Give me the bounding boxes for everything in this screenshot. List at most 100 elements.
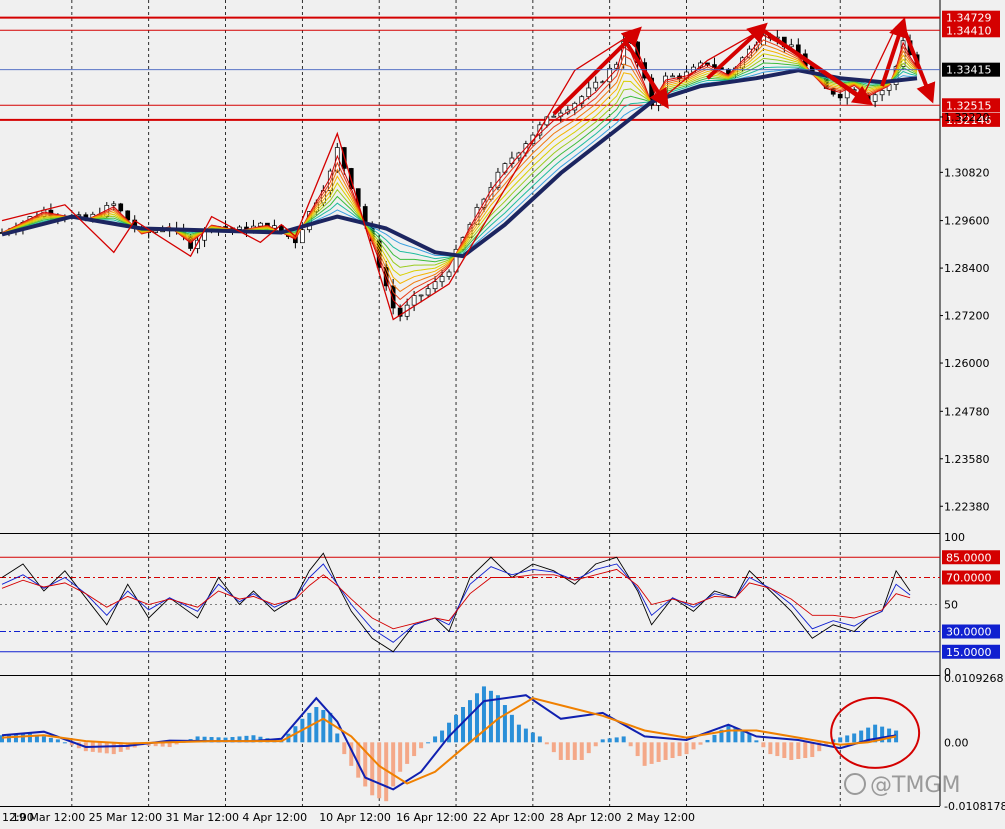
macd-histogram-bar bbox=[712, 734, 717, 743]
watermark: @TMGM bbox=[844, 773, 960, 798]
macd-histogram-bar bbox=[649, 742, 654, 764]
macd-histogram-bar bbox=[761, 742, 766, 748]
macd-histogram-bar bbox=[0, 735, 4, 743]
macd-histogram-bar bbox=[670, 742, 675, 759]
macd-histogram-bar bbox=[635, 742, 640, 757]
macd-histogram-bar bbox=[405, 742, 410, 764]
macd-histogram-bar bbox=[572, 742, 577, 760]
macd-histogram-bar bbox=[642, 742, 647, 766]
macd-histogram-bar bbox=[321, 709, 326, 743]
price-level-label: 1.34410 bbox=[946, 24, 992, 37]
macd-histogram-bar bbox=[13, 734, 18, 743]
macd-histogram-bar bbox=[852, 733, 857, 743]
macd-histogram-bar bbox=[698, 742, 703, 745]
macd-tick-label: 0.0109268 bbox=[944, 672, 1004, 685]
macd-histogram-bar bbox=[48, 737, 53, 743]
price-panel bbox=[0, 16, 940, 322]
price-tick-label: 1.29600 bbox=[944, 215, 990, 228]
macd-histogram-bar bbox=[111, 742, 116, 755]
oscillator-level-label: 30.0000 bbox=[946, 626, 992, 639]
macd-histogram-bar bbox=[530, 732, 535, 743]
macd-histogram-bar bbox=[845, 735, 850, 743]
x-tick-label: 10 Apr 12:00 bbox=[319, 811, 391, 824]
candle-body bbox=[439, 276, 445, 283]
macd-histogram-bar bbox=[20, 733, 25, 743]
x-tick-label: 4 Apr 12:00 bbox=[242, 811, 307, 824]
grid-layer bbox=[0, 0, 941, 807]
macd-histogram-bar bbox=[859, 730, 864, 743]
macd-histogram-bar bbox=[328, 712, 333, 743]
macd-histogram-bar bbox=[796, 742, 801, 759]
candle-body bbox=[418, 294, 424, 297]
macd-histogram-bar bbox=[789, 742, 794, 760]
x-tick-label: 22 Apr 12:00 bbox=[473, 811, 545, 824]
macd-histogram-bar bbox=[433, 736, 438, 743]
price-tick-label: 1.22380 bbox=[944, 500, 990, 513]
candle-body bbox=[432, 281, 438, 290]
trend-ma-line bbox=[1, 68, 918, 259]
macd-histogram-bar bbox=[335, 733, 340, 743]
candle-body bbox=[837, 93, 843, 99]
macd-histogram-bar bbox=[691, 742, 696, 750]
macd-histogram-bar bbox=[754, 740, 759, 743]
macd-histogram-bar bbox=[27, 733, 32, 743]
candle-body bbox=[300, 229, 305, 244]
macd-histogram-bar bbox=[705, 739, 710, 743]
price-tick-label: 1.28400 bbox=[944, 262, 990, 275]
macd-histogram-bar bbox=[523, 728, 528, 743]
current-price-label: 1.33415 bbox=[946, 64, 992, 77]
price-level-label: 1.34729 bbox=[946, 12, 992, 25]
chart-canvas: 1.347291.344101.325151.321461.334151.322… bbox=[0, 0, 1005, 824]
macd-histogram-bar bbox=[607, 738, 612, 743]
x-tick-label: 2 May 12:00 bbox=[627, 811, 695, 824]
macd-histogram-bar bbox=[775, 742, 780, 757]
oscillator-panel bbox=[0, 552, 940, 653]
candle-body bbox=[879, 90, 885, 96]
x-tick-label: 16 Apr 12:00 bbox=[396, 811, 468, 824]
candle-body bbox=[593, 81, 599, 89]
macd-histogram-bar bbox=[810, 742, 815, 758]
macd-histogram-bar bbox=[426, 742, 431, 744]
macd-histogram-bar bbox=[516, 724, 521, 743]
macd-histogram-bar bbox=[782, 742, 787, 759]
candle-body bbox=[551, 115, 557, 118]
ribbon-ma-line bbox=[1, 57, 918, 268]
macd-histogram-bar bbox=[544, 742, 549, 745]
macd-histogram-bar bbox=[412, 742, 417, 757]
macd-histogram-bar bbox=[656, 742, 661, 762]
trend-arrow bbox=[762, 29, 874, 106]
price-tick-label: 1.26000 bbox=[944, 357, 990, 370]
ribbon-ma-line bbox=[1, 39, 918, 301]
macd-histogram-bar bbox=[579, 742, 584, 760]
candle-body bbox=[118, 203, 124, 212]
macd-histogram-bar bbox=[628, 742, 633, 747]
macd-histogram-bar bbox=[391, 742, 396, 787]
macd-histogram-bar bbox=[565, 742, 570, 760]
x-tick-label: 28 Apr 12:00 bbox=[550, 811, 622, 824]
x-tick-label: 25 Mar 12:00 bbox=[89, 811, 162, 824]
macd-histogram-bar bbox=[314, 707, 319, 743]
ribbon-ma-line bbox=[1, 53, 918, 276]
watermark-logo-icon bbox=[844, 773, 866, 795]
macd-histogram-bar bbox=[663, 742, 668, 760]
macd-histogram-bar bbox=[558, 742, 563, 760]
macd-histogram-bar bbox=[468, 700, 472, 743]
price-tick-label: 1.32220 bbox=[944, 111, 990, 124]
price-tick-label: 1.30820 bbox=[944, 166, 990, 179]
macd-histogram-bar bbox=[726, 724, 731, 743]
candle-body bbox=[411, 295, 417, 306]
macd-histogram-bar bbox=[6, 734, 11, 743]
macd-tick-label: -0.0108178 bbox=[944, 800, 1005, 813]
macd-histogram-bar bbox=[488, 690, 493, 743]
macd-histogram-bar bbox=[537, 736, 542, 743]
macd-histogram-bar bbox=[481, 686, 486, 743]
macd-histogram-bar bbox=[621, 736, 626, 743]
macd-histogram-bar bbox=[586, 742, 591, 754]
candle-body bbox=[872, 94, 878, 102]
macd-histogram-bar bbox=[593, 742, 598, 747]
candle-body bbox=[425, 288, 431, 296]
macd-histogram-bar bbox=[803, 742, 808, 759]
oscillator-tick-label: 50 bbox=[944, 599, 958, 612]
candle-body bbox=[258, 222, 263, 227]
macd-histogram-bar bbox=[440, 730, 445, 743]
